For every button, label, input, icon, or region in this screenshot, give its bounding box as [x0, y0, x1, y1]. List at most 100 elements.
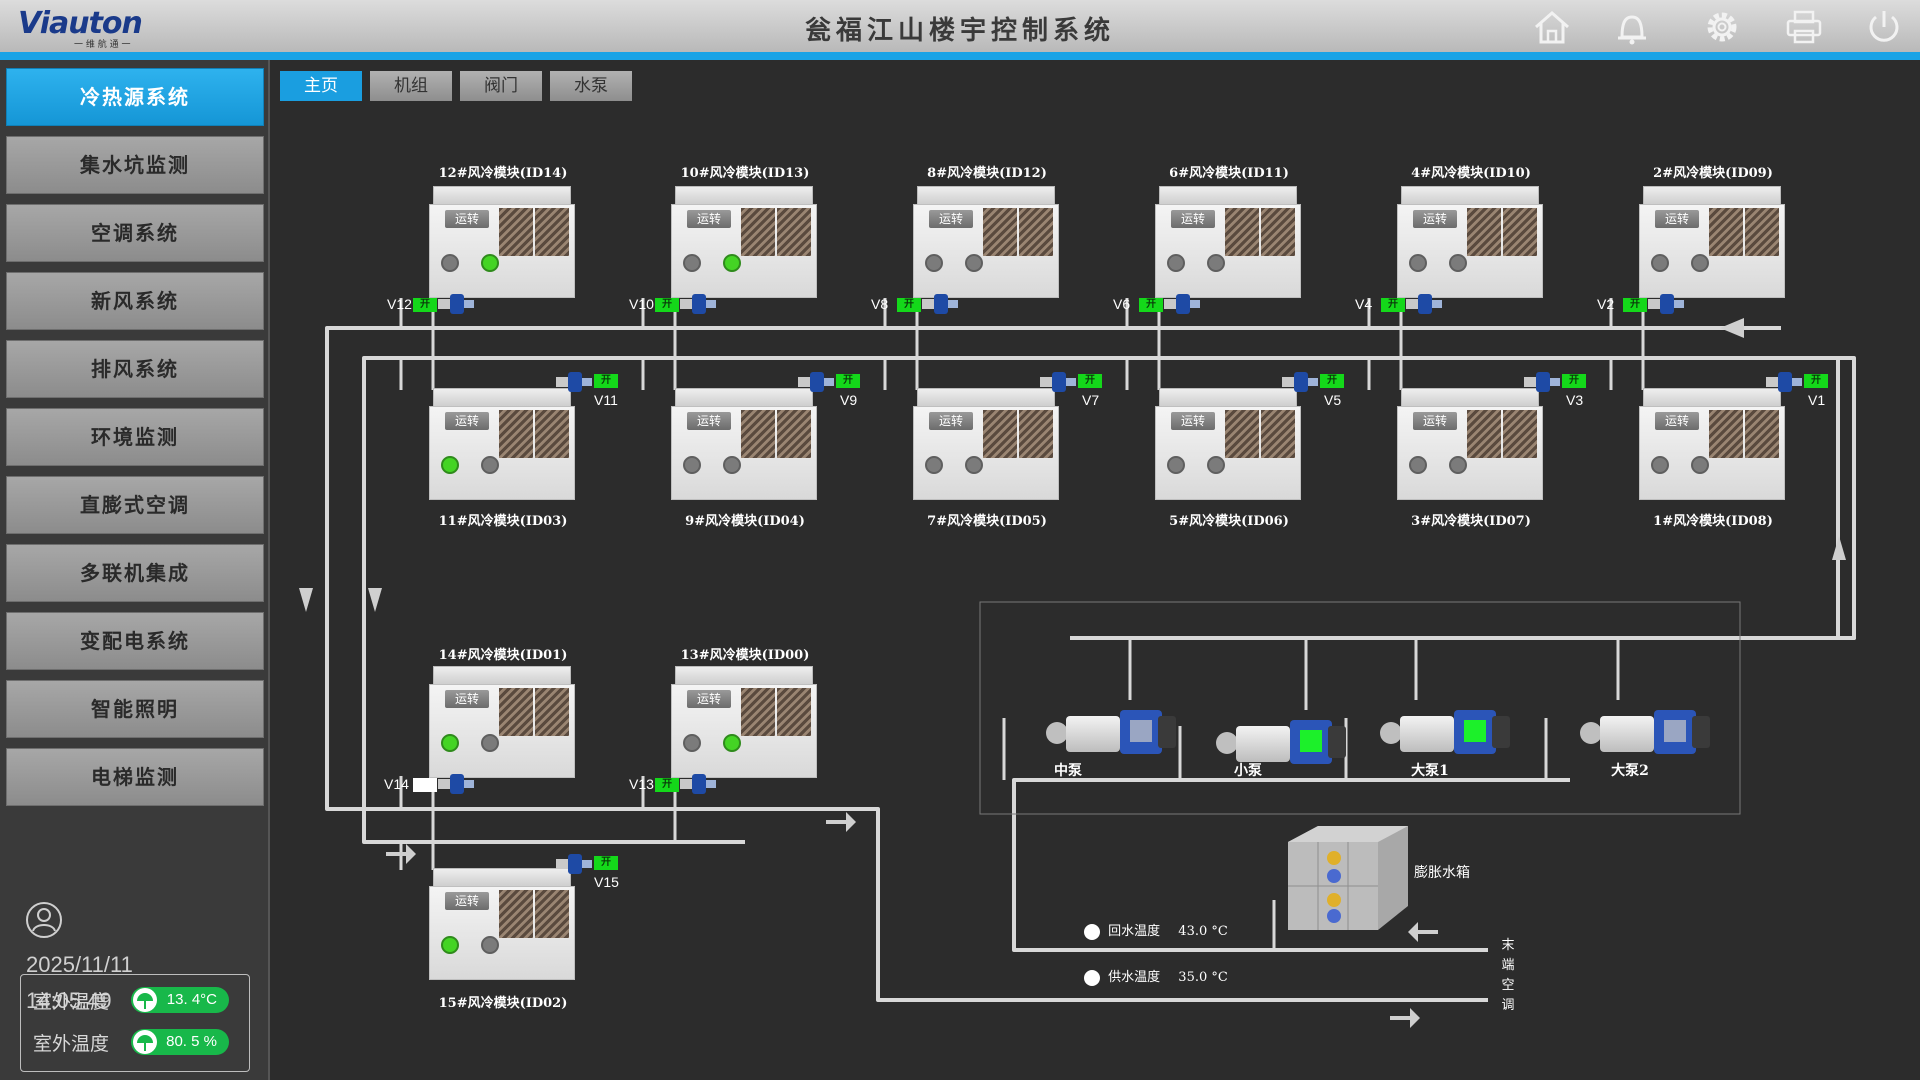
valve-v12-status[interactable]: 开	[413, 298, 437, 312]
module-8-indicator-2	[965, 254, 983, 272]
sidebar-item-fresh-air[interactable]: 新风系统	[6, 272, 264, 330]
valve-v14-label: V14	[384, 776, 409, 792]
valve-v10[interactable]	[680, 294, 716, 314]
module-6-run-status: 运转	[1171, 210, 1215, 228]
valve-v8-status[interactable]: 开	[897, 298, 921, 312]
valve-v7[interactable]	[1040, 372, 1076, 392]
chiller-module-14[interactable]: 运转	[429, 666, 577, 778]
printer-icon[interactable]	[1782, 7, 1826, 47]
sidebar-item-elevator[interactable]: 电梯监测	[6, 748, 264, 806]
valve-v13[interactable]	[680, 774, 716, 794]
module-11-label: 11#风冷模块(ID03)	[438, 514, 568, 529]
bell-icon[interactable]	[1610, 7, 1654, 47]
module-2-run-status: 运转	[1655, 210, 1699, 228]
sidebar-item-exhaust[interactable]: 排风系统	[6, 340, 264, 398]
sidebar-item-air-conditioning[interactable]: 空调系统	[6, 204, 264, 262]
chiller-module-10[interactable]: 运转	[671, 186, 819, 298]
valve-v3[interactable]	[1524, 372, 1560, 392]
valve-v9-status[interactable]: 开	[836, 374, 860, 388]
pump-medium[interactable]	[1040, 696, 1176, 756]
module-8-indicator-1	[925, 254, 943, 272]
module-4-run-status: 运转	[1413, 210, 1457, 228]
valve-v15-status[interactable]: 开	[594, 856, 618, 870]
valve-v4-status[interactable]: 开	[1381, 298, 1405, 312]
sidebar-item-lighting[interactable]: 智能照明	[6, 680, 264, 738]
valve-v6-status[interactable]: 开	[1139, 298, 1163, 312]
module-12-indicator-2	[481, 254, 499, 272]
chiller-module-15[interactable]: 运转	[429, 868, 577, 980]
valve-v1[interactable]	[1766, 372, 1802, 392]
gear-icon[interactable]	[1700, 7, 1744, 47]
valve-v1-status[interactable]: 开	[1804, 374, 1828, 388]
user-icon[interactable]	[24, 900, 64, 940]
pump-large-2[interactable]	[1574, 696, 1710, 756]
chiller-module-2[interactable]: 运转	[1639, 186, 1787, 298]
valve-v6[interactable]	[1164, 294, 1200, 314]
module-12-indicator-1	[441, 254, 459, 272]
chiller-module-9[interactable]: 运转	[671, 388, 819, 500]
valve-v2-status[interactable]: 开	[1623, 298, 1647, 312]
module-8-run-status: 运转	[929, 210, 973, 228]
valve-v15[interactable]	[556, 854, 592, 874]
logo: Viauton 一 维 航 通 一	[18, 6, 143, 50]
module-13-run-status: 运转	[687, 690, 731, 708]
valve-v14-status[interactable]	[413, 778, 437, 792]
supply-temp-value: 35.0 °C	[1178, 970, 1228, 985]
sidebar: 冷热源系统 集水坑监测 空调系统 新风系统 排风系统 环境监测 直膨式空调 多联…	[0, 60, 270, 1080]
chiller-module-12[interactable]: 运转	[429, 186, 577, 298]
chiller-module-3[interactable]: 运转	[1397, 388, 1545, 500]
valve-v12[interactable]	[438, 294, 474, 314]
home-icon[interactable]	[1530, 7, 1574, 47]
valve-v14[interactable]	[438, 774, 474, 794]
valve-v11-status[interactable]: 开	[594, 374, 618, 388]
valve-v7-status[interactable]: 开	[1078, 374, 1102, 388]
sidebar-item-environment[interactable]: 环境监测	[6, 408, 264, 466]
valve-v3-status[interactable]: 开	[1562, 374, 1586, 388]
chiller-module-11[interactable]: 运转	[429, 388, 577, 500]
valve-v13-status[interactable]: 开	[655, 778, 679, 792]
valve-v11[interactable]	[556, 372, 592, 392]
humidity-icon	[133, 1030, 157, 1054]
expansion-tank[interactable]	[1278, 822, 1408, 934]
chiller-module-1[interactable]: 运转	[1639, 388, 1787, 500]
valve-v2[interactable]	[1648, 294, 1684, 314]
pump-large-1[interactable]	[1374, 696, 1510, 756]
pump-large-1-label: 大泵1	[1411, 763, 1449, 779]
chiller-module-5[interactable]: 运转	[1155, 388, 1303, 500]
chiller-module-4[interactable]: 运转	[1397, 186, 1545, 298]
module-9-indicator-1	[683, 456, 701, 474]
outdoor-temp-value: 13. 4°C	[166, 991, 217, 1008]
sidebar-item-sump-monitor[interactable]: 集水坑监测	[6, 136, 264, 194]
valve-v5[interactable]	[1282, 372, 1318, 392]
module-1-run-status: 运转	[1655, 412, 1699, 430]
pump-small[interactable]	[1210, 706, 1346, 766]
chiller-module-7[interactable]: 运转	[913, 388, 1061, 500]
chiller-module-8[interactable]: 运转	[913, 186, 1061, 298]
header-accent-bar	[0, 52, 1920, 60]
module-7-indicator-2	[965, 456, 983, 474]
sidebar-item-vrf[interactable]: 多联机集成	[6, 544, 264, 602]
sidebar-item-dx-ac[interactable]: 直膨式空调	[6, 476, 264, 534]
valve-v8[interactable]	[922, 294, 958, 314]
valve-v4[interactable]	[1406, 294, 1442, 314]
chiller-module-6[interactable]: 运转	[1155, 186, 1303, 298]
module-7-indicator-1	[925, 456, 943, 474]
module-10-indicator-2	[723, 254, 741, 272]
sidebar-item-heat-cold-source[interactable]: 冷热源系统	[6, 68, 264, 126]
valve-v5-status[interactable]: 开	[1320, 374, 1344, 388]
valve-v6-label: V6	[1113, 296, 1131, 312]
module-4-indicator-2	[1449, 254, 1467, 272]
thermometer-icon	[1084, 969, 1100, 986]
valve-v10-status[interactable]: 开	[655, 298, 679, 312]
valve-v3-label: V3	[1566, 392, 1584, 408]
outdoor-humidity-value: 80. 5 %	[166, 1033, 217, 1050]
pump-medium-label: 中泵	[1054, 763, 1082, 779]
chiller-module-13[interactable]: 运转	[671, 666, 819, 778]
power-icon[interactable]	[1862, 7, 1906, 47]
module-13-label: 13#风冷模块(ID00)	[680, 648, 810, 663]
module-8-label: 8#风冷模块(ID12)	[927, 166, 1047, 181]
valve-v10-label: V10	[629, 296, 654, 312]
valve-v9[interactable]	[798, 372, 834, 392]
sidebar-item-power[interactable]: 变配电系统	[6, 612, 264, 670]
flow-arrow-down	[299, 588, 313, 612]
